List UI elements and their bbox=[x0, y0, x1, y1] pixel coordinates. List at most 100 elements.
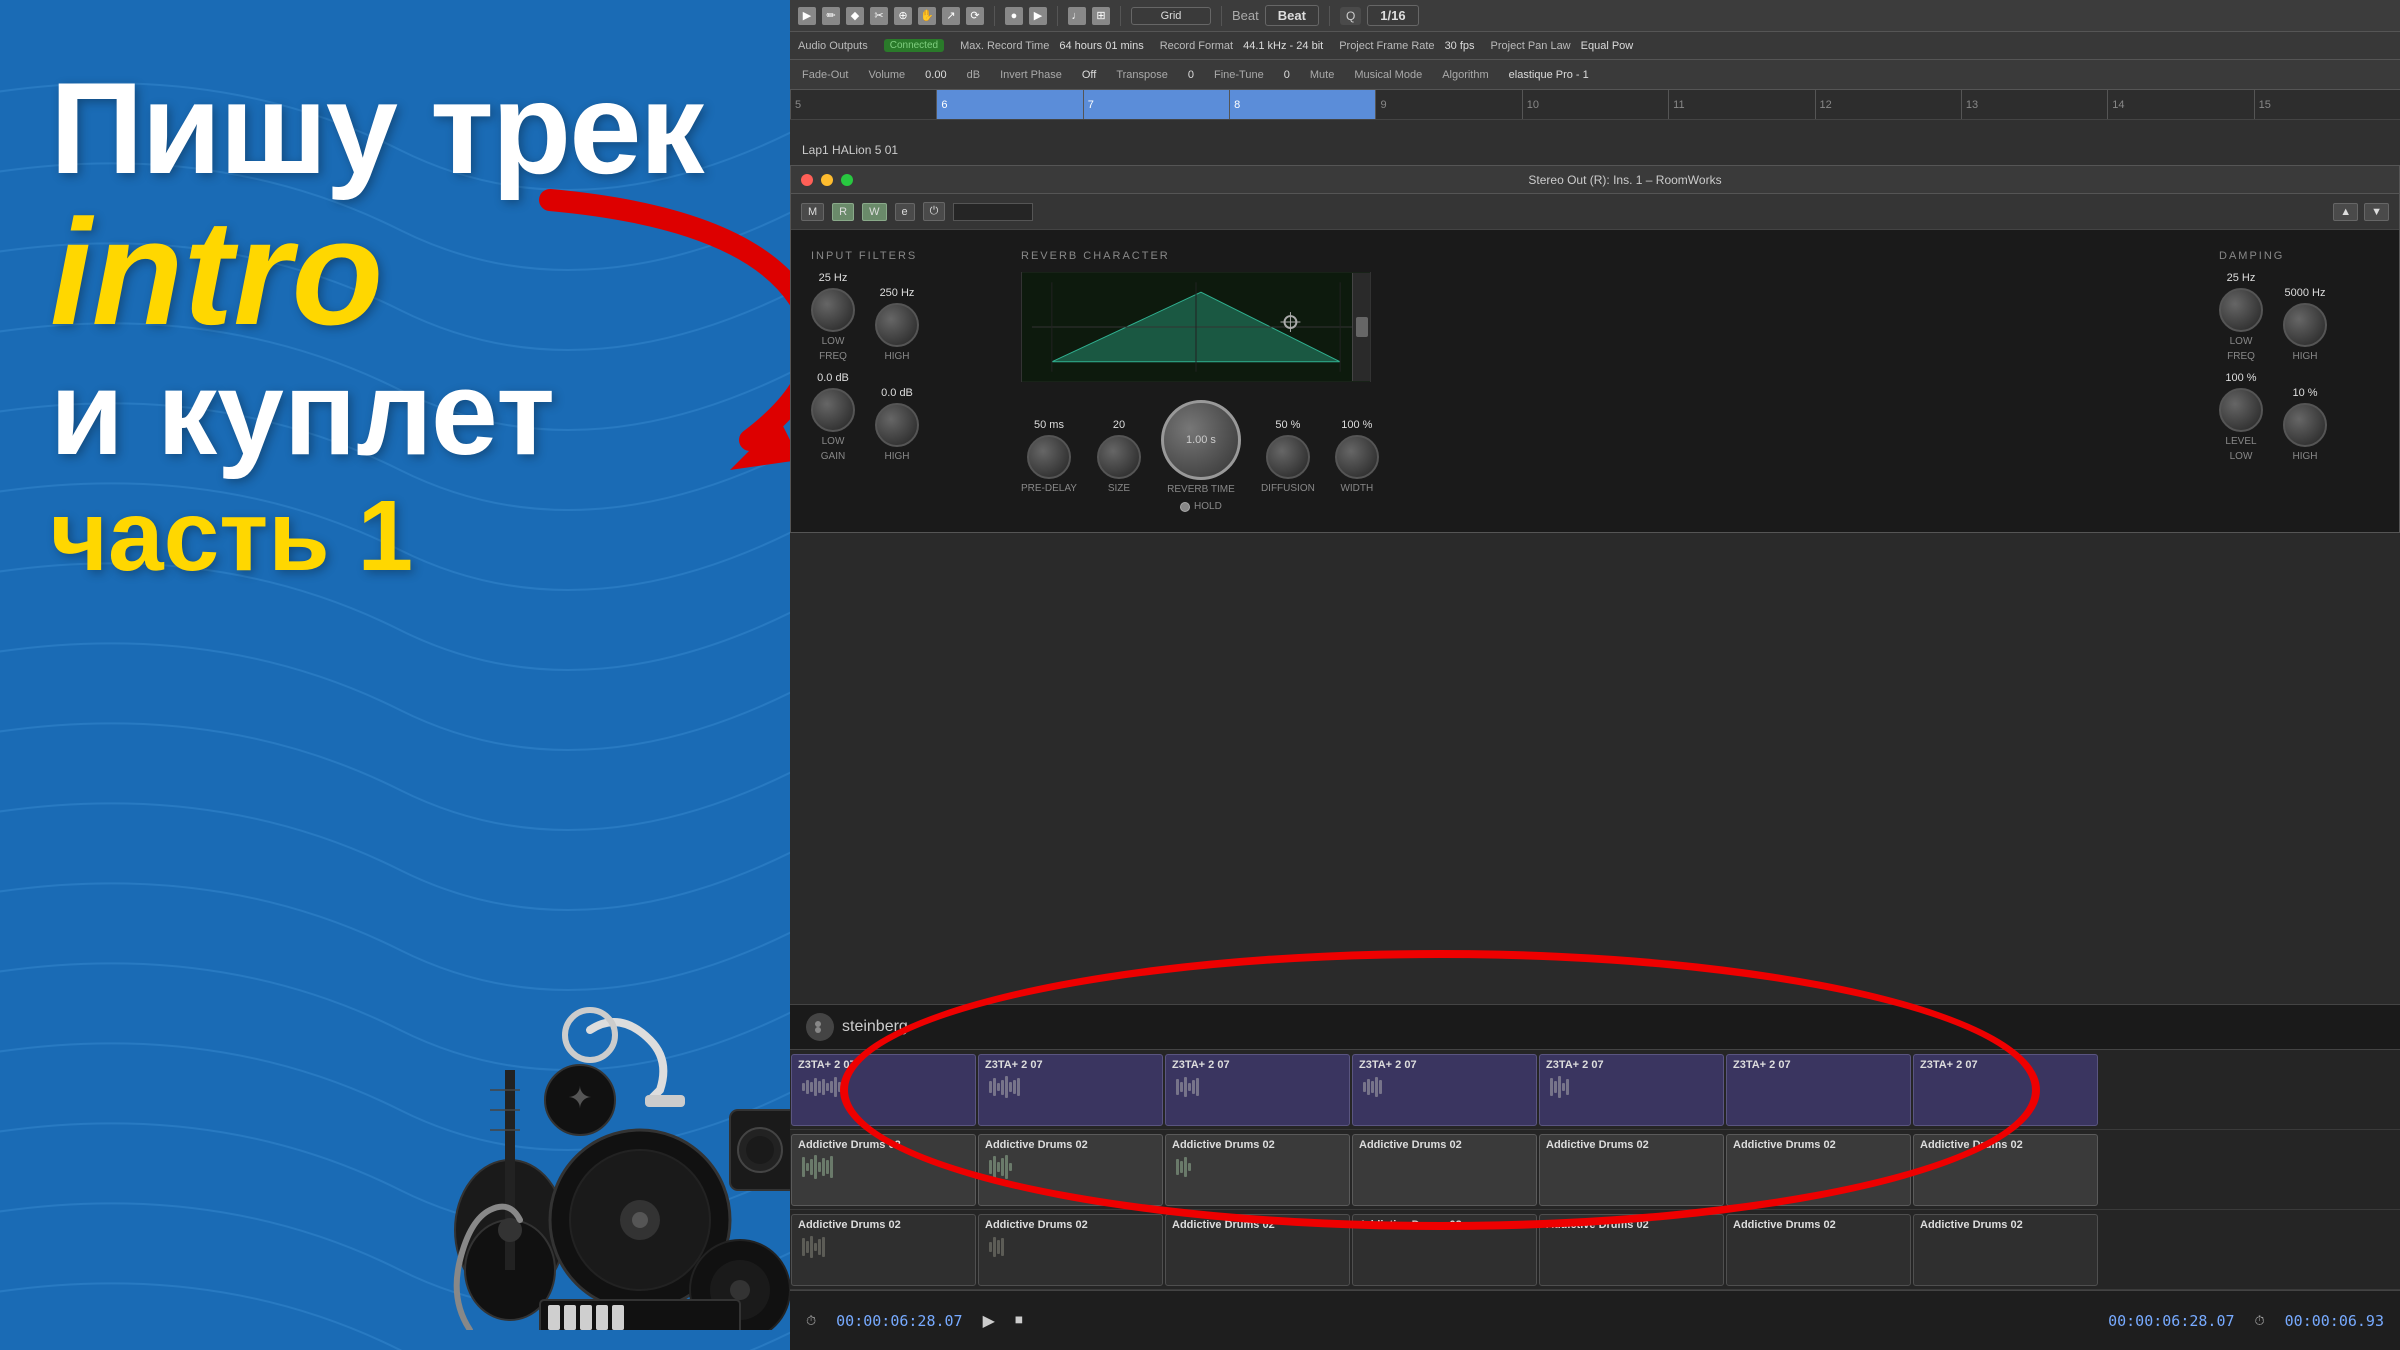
e-button[interactable]: e bbox=[895, 203, 915, 221]
size-group: 20 SIZE bbox=[1097, 419, 1141, 494]
damp-level-row: 100 % LEVEL LOW 10 % HIGH bbox=[2219, 372, 2379, 462]
close-button[interactable] bbox=[801, 174, 813, 186]
time-end: 00:00:06:28.07 bbox=[2108, 1312, 2234, 1330]
timecode-icon2: ⏱ bbox=[2255, 1313, 2265, 1329]
reverb-time-label: REVERB TIME bbox=[1167, 484, 1235, 495]
arrow-icon[interactable]: ↗ bbox=[942, 7, 960, 25]
drums2-clip-3: Addictive Drums 02 bbox=[1165, 1214, 1350, 1286]
gain-row: 0.0 dB LOW GAIN 0.0 dB HIGH bbox=[811, 372, 991, 462]
low-level-label: LOW bbox=[2230, 451, 2253, 462]
damp-low-knob[interactable] bbox=[2219, 288, 2263, 332]
drums2-clip-6: Addictive Drums 02 bbox=[1726, 1214, 1911, 1286]
reverb-time-knob[interactable]: 1.00 s bbox=[1161, 400, 1241, 480]
drums-clip-1: Addictive Drums 02 bbox=[791, 1134, 976, 1206]
level2-group: 10 % HIGH bbox=[2283, 387, 2327, 462]
damp-high-knob[interactable] bbox=[2283, 303, 2327, 347]
low-freq-label: LOW bbox=[822, 336, 845, 347]
maximize-button[interactable] bbox=[841, 174, 853, 186]
bottom-tracks: Z3TA+ 2 07 Z3TA+ 2 07 bbox=[790, 1050, 2400, 1290]
time-start: 00:00:06:28.07 bbox=[836, 1312, 962, 1330]
pre-delay-knob[interactable] bbox=[1027, 435, 1071, 479]
z3ta-clip-6: Z3TA+ 2 07 bbox=[1726, 1054, 1911, 1126]
diffusion-group: 50 % DIFFUSION bbox=[1261, 419, 1315, 494]
grid-dropdown[interactable]: Grid bbox=[1131, 7, 1211, 25]
damp-high-label: HIGH bbox=[2293, 351, 2318, 362]
separator2 bbox=[1057, 6, 1058, 26]
ruler-10: 10 bbox=[1522, 90, 1668, 119]
invert-label: Invert Phase bbox=[1000, 69, 1062, 81]
volume-label: Volume bbox=[868, 69, 905, 81]
reverb-character-section: REVERB CHARACTER bbox=[1021, 250, 2189, 512]
eraser-icon[interactable]: ◆ bbox=[846, 7, 864, 25]
diffusion-knob[interactable] bbox=[1266, 435, 1310, 479]
expand-icon[interactable]: ⊞ bbox=[1092, 7, 1110, 25]
damping-section: DAMPING 25 Hz LOW FREQ 5000 Hz HIGH bbox=[2219, 250, 2379, 512]
down-arrow[interactable]: ▼ bbox=[2364, 203, 2389, 221]
fade-bar: Fade-Out Volume 0.00 dB Invert Phase Off… bbox=[790, 60, 2400, 90]
w-button[interactable]: W bbox=[862, 203, 886, 221]
level-value: 100 % bbox=[2225, 372, 2256, 384]
record-format-item: Record Format 44.1 kHz - 24 bit bbox=[1160, 40, 1323, 52]
damp-low-freq-group: 25 Hz LOW FREQ bbox=[2219, 272, 2263, 362]
ruler-9: 9 bbox=[1375, 90, 1521, 119]
stop-btn[interactable]: ⏹ bbox=[1015, 1312, 1023, 1330]
quantize-value[interactable]: 1/16 bbox=[1367, 5, 1418, 26]
high-gain-value: 0.0 dB bbox=[881, 387, 913, 399]
low-freq-knob[interactable] bbox=[811, 288, 855, 332]
drums-clip-7: Addictive Drums 02 bbox=[1913, 1134, 2098, 1206]
beat-value[interactable]: Beat bbox=[1265, 5, 1319, 26]
z3ta-clip-4: Z3TA+ 2 07 bbox=[1352, 1054, 1537, 1126]
zoom-icon[interactable]: ⊕ bbox=[894, 7, 912, 25]
drums-clip-6: Addictive Drums 02 bbox=[1726, 1134, 1911, 1206]
damp-high-freq: 5000 Hz bbox=[2285, 287, 2326, 299]
z3ta-clip-3: Z3TA+ 2 07 bbox=[1165, 1054, 1350, 1126]
ruler-15: 15 bbox=[2254, 90, 2400, 119]
record-icon[interactable]: ● bbox=[1005, 7, 1023, 25]
hold-label: HOLD bbox=[1194, 501, 1222, 512]
z3ta-clip-2: Z3TA+ 2 07 bbox=[978, 1054, 1163, 1126]
transpose-label: Transpose bbox=[1116, 69, 1168, 81]
high-gain-knob[interactable] bbox=[875, 403, 919, 447]
minimize-button[interactable] bbox=[821, 174, 833, 186]
separator4 bbox=[1221, 6, 1222, 26]
ruler-11: 11 bbox=[1668, 90, 1814, 119]
plugin-name-input[interactable] bbox=[953, 203, 1033, 221]
damp-high-freq-group: 5000 Hz HIGH bbox=[2283, 287, 2327, 362]
steinberg-name: steinberg bbox=[842, 1018, 908, 1036]
level-knob[interactable] bbox=[2219, 388, 2263, 432]
freq-label1: FREQ bbox=[819, 351, 847, 362]
pre-delay-value: 50 ms bbox=[1034, 419, 1064, 431]
low-gain-knob[interactable] bbox=[811, 388, 855, 432]
high-freq-knob[interactable] bbox=[875, 303, 919, 347]
z3ta-clip-1: Z3TA+ 2 07 bbox=[791, 1054, 976, 1126]
ruler-6: 6 bbox=[936, 90, 1082, 119]
instruments-illustration: ✦ bbox=[390, 950, 790, 1330]
up-arrow[interactable]: ▲ bbox=[2333, 203, 2358, 221]
loop-icon[interactable]: ⟳ bbox=[966, 7, 984, 25]
level2-knob[interactable] bbox=[2283, 403, 2327, 447]
ruler-5: 5 bbox=[790, 90, 936, 119]
r-button[interactable]: R bbox=[832, 203, 854, 221]
metronome-icon[interactable]: ♩ bbox=[1068, 7, 1086, 25]
input-filters-title: INPUT FILTERS bbox=[811, 250, 991, 262]
reverb-time-value: 1.00 s bbox=[1186, 434, 1216, 446]
high-level-label: HIGH bbox=[2293, 451, 2318, 462]
high-freq-group: 250 Hz HIGH bbox=[875, 287, 919, 362]
play-icon[interactable]: ▶ bbox=[1029, 7, 1047, 25]
low-freq-group: 25 Hz LOW FREQ bbox=[811, 272, 855, 362]
width-knob[interactable] bbox=[1335, 435, 1379, 479]
low-freq-value: 25 Hz bbox=[819, 272, 848, 284]
power-button[interactable]: ⏻ bbox=[923, 202, 946, 221]
drums-clip-2: Addictive Drums 02 bbox=[978, 1134, 1163, 1206]
select-tool-icon[interactable]: ▶ bbox=[798, 7, 816, 25]
algorithm-label: Algorithm bbox=[1442, 69, 1488, 81]
play-btn[interactable]: ▶ bbox=[983, 1311, 995, 1331]
size-knob[interactable] bbox=[1097, 435, 1141, 479]
m-button[interactable]: M bbox=[801, 203, 824, 221]
high-gain-label: HIGH bbox=[885, 451, 910, 462]
pencil-icon[interactable]: ✏ bbox=[822, 7, 840, 25]
scissors-icon[interactable]: ✂ bbox=[870, 7, 888, 25]
fade-out-label: Fade-Out bbox=[802, 69, 848, 81]
hand-icon[interactable]: ✋ bbox=[918, 7, 936, 25]
fine-tune-label: Fine-Tune bbox=[1214, 69, 1264, 81]
